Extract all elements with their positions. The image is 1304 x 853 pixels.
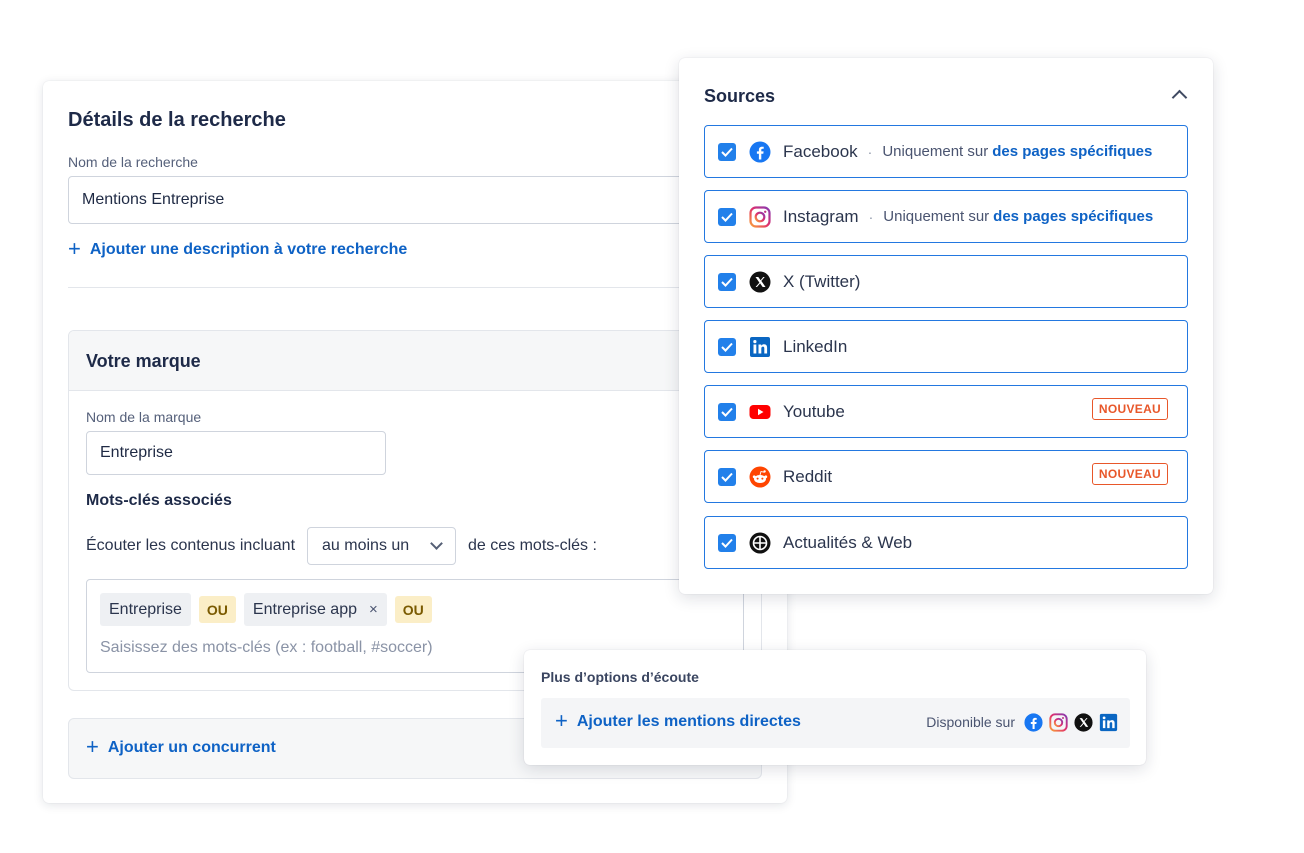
source-checkbox[interactable] [718,272,736,291]
listen-suffix: de ces mots-clés : [468,537,597,554]
source-name: Actualités & Web [783,532,913,552]
chevron-down-icon [430,537,443,550]
facebook-icon [1023,712,1043,732]
source-item-facebook[interactable]: Facebook · Uniquement sur des pages spéc… [704,125,1188,178]
keyword-input-placeholder[interactable]: Saisissez des mots-clés (ex : football, … [100,639,433,657]
source-note: Uniquement sur [882,143,989,160]
keyword-chips: Entreprise OU Entreprise app × OU [100,593,432,626]
sources-panel: Sources Facebook · Uniquement sur des pa… [679,58,1213,594]
linkedin-icon [1098,712,1118,732]
match-mode-value: au moins un [322,537,410,554]
more-options-title: Plus d’options d’écoute [541,669,699,685]
listen-rule-row: Écouter les contenus incluant au moins u… [86,527,597,565]
separator-dot: · [867,143,873,160]
youtube-icon [749,401,771,423]
search-name-input[interactable]: Mentions Entreprise [68,176,728,224]
source-name: Facebook [783,141,858,161]
specific-pages-link[interactable]: des pages spécifiques [993,208,1153,225]
x-icon [749,271,771,293]
keyword-chip-label: Entreprise [109,600,182,618]
source-item-youtube[interactable]: Youtube NOUVEAU [704,385,1188,438]
source-checkbox[interactable] [718,142,736,161]
linkedin-icon [749,336,771,358]
available-on: Disponible sur [926,712,1118,732]
source-checkbox[interactable] [718,337,736,356]
keywords-title: Mots-clés associés [86,492,232,509]
page-title: Détails de la recherche [68,109,286,131]
add-direct-mentions-label: Ajouter les mentions directes [576,713,801,730]
new-badge: NOUVEAU [1091,398,1168,420]
source-checkbox[interactable] [718,402,736,421]
brand-name-label: Nom de la marque [86,409,202,425]
plus-icon: + [86,734,99,759]
source-item-instagram[interactable]: Instagram · Uniquement sur des pages spé… [704,190,1188,243]
brand-section-title: Votre marque [69,331,761,391]
source-name: Reddit [783,466,833,486]
source-name: Instagram [783,206,859,226]
new-badge: NOUVEAU [1091,463,1168,485]
instagram-icon [1048,712,1068,732]
add-direct-mentions-link[interactable]: + Ajouter les mentions directes [555,708,801,733]
brand-section: Votre marque Nom de la marque Entreprise… [68,330,762,691]
source-item-x[interactable]: X (Twitter) [704,255,1188,308]
globe-icon [749,532,771,554]
specific-pages-link[interactable]: des pages spécifiques [992,143,1152,160]
keyword-chip-label: Entreprise app [252,600,357,618]
source-checkbox[interactable] [718,207,736,226]
add-description-label: Ajouter une description à votre recherch… [89,241,408,258]
search-name-label: Nom de la recherche [68,154,198,170]
source-name: Youtube [783,401,845,421]
chevron-up-icon[interactable] [1171,89,1188,106]
add-competitor-link[interactable]: + Ajouter un concurrent [86,734,276,759]
source-item-reddit[interactable]: Reddit NOUVEAU [704,450,1188,503]
source-name: X (Twitter) [783,271,861,291]
brand-name-input[interactable]: Entreprise [86,431,386,475]
x-icon [1073,712,1093,732]
available-on-label: Disponible sur [926,714,1015,730]
add-description-link[interactable]: + Ajouter une description à votre recher… [68,236,408,261]
more-listening-options-panel: Plus d’options d’écoute + Ajouter les me… [524,650,1146,765]
remove-chip-icon[interactable]: × [369,601,378,618]
divider [68,287,728,288]
keyword-chip[interactable]: Entreprise [100,593,191,626]
instagram-icon [749,205,771,228]
or-operator-badge: OU [394,596,432,623]
match-mode-select[interactable]: au moins un [307,527,457,565]
source-note: Uniquement sur [883,208,990,225]
add-competitor-label: Ajouter un concurrent [107,739,276,756]
reddit-icon [749,466,771,488]
search-name-value: Mentions Entreprise [82,191,225,208]
separator-dot: · [868,208,874,225]
facebook-icon [749,141,771,163]
source-item-linkedin[interactable]: LinkedIn [704,320,1188,373]
plus-icon: + [68,236,81,261]
source-checkbox[interactable] [718,467,736,486]
or-operator-badge: OU [198,596,236,623]
source-name: LinkedIn [783,336,848,356]
sources-title: Sources [704,86,776,106]
brand-name-value: Entreprise [100,444,173,461]
source-checkbox[interactable] [718,533,736,552]
source-item-news-web[interactable]: Actualités & Web [704,516,1188,569]
direct-mentions-row: + Ajouter les mentions directes Disponib… [541,698,1130,748]
keyword-chip[interactable]: Entreprise app × [243,593,387,626]
listen-prefix: Écouter les contenus incluant [86,537,296,554]
plus-icon: + [555,708,568,733]
